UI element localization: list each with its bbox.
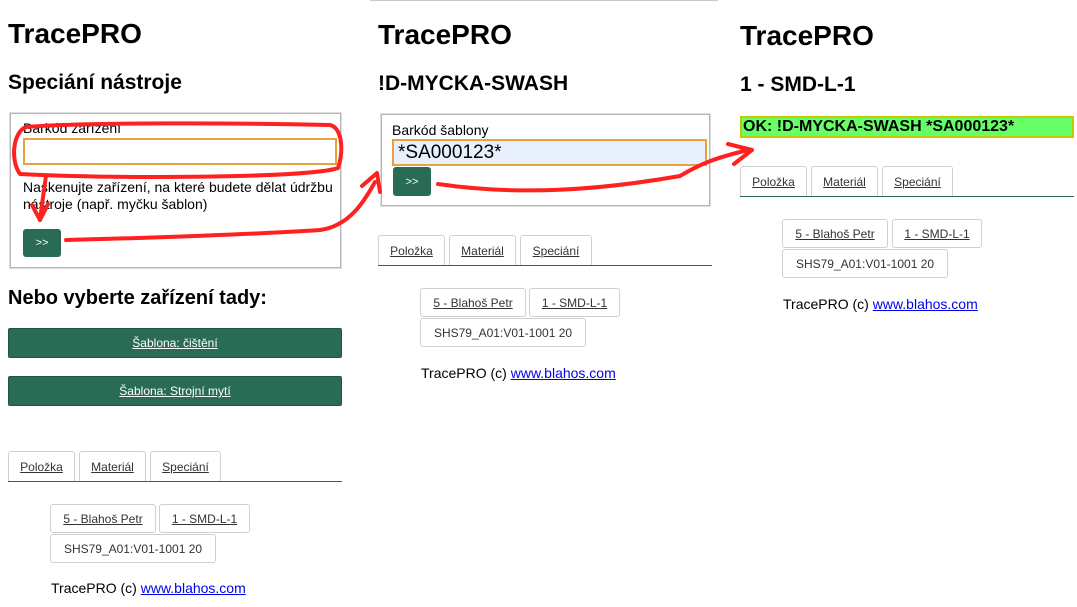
device-button-machine-wash[interactable]: Šablona: Strojní mytí [8,376,342,406]
footer-link[interactable]: www.blahos.com [141,580,246,596]
station-chip: SHS79_A01:V01-1001 20 [782,249,948,278]
tab-special[interactable]: Speciání [882,166,953,196]
tab-material[interactable]: Materiál [449,235,516,265]
field-label: Barkód šablony [392,122,489,138]
station-chip: SHS79_A01:V01-1001 20 [50,534,216,563]
scan-hint: Naskenujte zařízení, na které budete děl… [23,179,333,212]
screen-scan-template: TracePRO !D-MYCKA-SWASH Barkód šablony >… [370,0,718,607]
footer-text: TracePRO (c) [421,365,511,381]
footer-text: TracePRO (c) [783,296,873,312]
footer-link[interactable]: www.blahos.com [873,296,978,312]
page-title: Speciání nástroje [8,71,182,94]
submit-button[interactable]: >> [23,229,61,257]
user-chip[interactable]: 5 - Blahoš Petr [420,288,526,317]
device-barcode-input[interactable] [23,138,337,165]
tab-material[interactable]: Materiál [79,451,146,481]
choose-device-heading: Nebo vyberte zařízení tady: [8,287,267,309]
tab-item[interactable]: Položka [378,235,445,265]
station-chip: SHS79_A01:V01-1001 20 [420,318,586,347]
line-chip[interactable]: 1 - SMD-L-1 [529,288,620,317]
screen-select-device: TracePRO Speciání nástroje Barkód zaříze… [0,0,360,607]
scan-form: Barkód zařízení Naskenujte zařízení, na … [10,113,341,268]
tab-divider [8,481,342,482]
screen-result: TracePRO 1 - SMD-L-1 OK: !D-MYCKA-SWASH … [732,0,1077,607]
user-chip[interactable]: 5 - Blahoš Petr [50,504,156,533]
line-chip[interactable]: 1 - SMD-L-1 [892,219,982,248]
submit-button[interactable]: >> [393,167,431,196]
app-title: TracePRO [8,18,142,49]
footer-text: TracePRO (c) [51,580,141,596]
user-chip[interactable]: 5 - Blahoš Petr [782,219,888,248]
footer: TracePRO (c) www.blahos.com [51,580,246,597]
page-title: !D-MYCKA-SWASH [378,72,569,95]
field-label: Barkód zařízení [23,120,122,136]
tab-item[interactable]: Položka [740,166,807,196]
app-title: TracePRO [740,20,874,51]
page-title: 1 - SMD-L-1 [740,73,856,96]
device-button-template-cleaning[interactable]: Šablona: čištění [8,328,342,358]
tab-special[interactable]: Speciání [150,451,221,481]
template-barcode-input[interactable] [392,139,707,166]
scan-form: Barkód šablony >> [381,114,710,206]
tab-item[interactable]: Položka [8,451,75,481]
app-title: TracePRO [378,19,512,50]
tab-divider [378,265,712,266]
tab-special[interactable]: Speciání [520,235,592,265]
ok-message: OK: !D-MYCKA-SWASH *SA000123* [740,116,1074,138]
line-chip[interactable]: 1 - SMD-L-1 [159,504,250,533]
footer: TracePRO (c) www.blahos.com [783,296,978,313]
footer: TracePRO (c) www.blahos.com [421,365,616,382]
tab-divider [740,196,1074,197]
tab-material[interactable]: Materiál [811,166,878,196]
footer-link[interactable]: www.blahos.com [511,365,616,381]
